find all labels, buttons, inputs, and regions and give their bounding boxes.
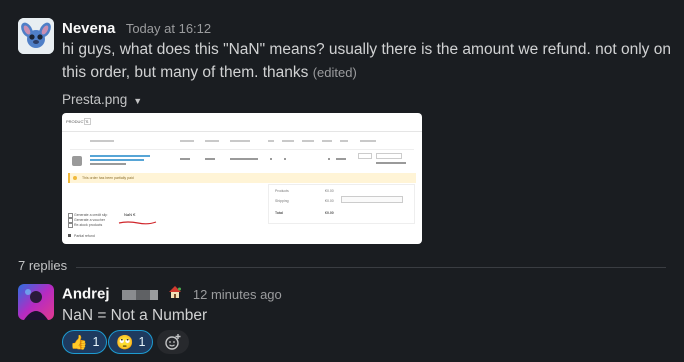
- avatar-nevena[interactable]: [18, 18, 54, 54]
- house-status-icon[interactable]: [168, 285, 182, 304]
- author-name[interactable]: Nevena: [62, 20, 115, 37]
- replies-count[interactable]: 7 replies: [18, 258, 74, 273]
- summary-label: Shipping: [275, 199, 289, 203]
- message-timestamp[interactable]: 12 minutes ago: [193, 287, 282, 302]
- summary-value: €0.00: [325, 211, 334, 215]
- preview-summary-panel: Products €0.00 Shipping €0.00 Total €0.0…: [268, 184, 415, 224]
- chevron-down-icon[interactable]: ▼: [133, 96, 142, 106]
- thumbs-up-icon: 👍: [70, 333, 88, 350]
- message-nevena: Nevena Today at 16:12 hi guys, what does…: [0, 0, 684, 250]
- attachment-image[interactable]: PRODUCTS This order has been partially p…: [62, 113, 422, 244]
- preview-tab-bar: PRODUCTS: [62, 113, 422, 132]
- preview-checkbox-label: Generate a credit slip: [74, 212, 108, 217]
- stitch-avatar-icon: [18, 18, 54, 54]
- edited-label: (edited): [312, 65, 357, 80]
- preview-action-label: Partial refund: [74, 233, 95, 238]
- andrej-avatar-icon: [18, 284, 54, 320]
- preview-options: Generate a credit slip NaN € Generate a …: [68, 212, 188, 243]
- avatar-andrej[interactable]: [18, 284, 54, 320]
- preview-nan-value: NaN €: [124, 212, 136, 217]
- add-reaction-button[interactable]: [157, 330, 189, 354]
- custom-emoji-icon: 🙄: [116, 333, 134, 350]
- thread-divider: 7 replies: [18, 258, 666, 278]
- message-text: hi guys, what does this "NaN" means? usu…: [62, 41, 671, 81]
- reaction-custom[interactable]: 🙄 1: [108, 330, 154, 354]
- reaction-count: 1: [92, 335, 100, 349]
- message-timestamp[interactable]: Today at 16:12: [126, 21, 211, 36]
- message2-header: Andrej 12 minutes ago: [62, 285, 282, 305]
- message-text: NaN = Not a Number: [62, 307, 208, 324]
- reaction-count: 1: [138, 335, 146, 349]
- preview-checkbox-label: Re-stock products: [74, 222, 103, 227]
- preview-alert-text: This order has been partially paid: [82, 175, 134, 180]
- attachment-header[interactable]: Presta.png ▼: [62, 92, 142, 107]
- author-name[interactable]: Andrej: [62, 286, 110, 303]
- preview-summary-row: Shipping €0.00: [275, 196, 405, 207]
- preview-checkbox-label: Generate a voucher: [74, 217, 105, 222]
- preview-warning-alert: This order has been partially paid: [68, 173, 416, 183]
- status-blur-1: [121, 289, 136, 300]
- summary-value: €0.00: [325, 189, 334, 193]
- summary-label: Total: [275, 211, 284, 215]
- preview-action-row: Partial refund: [68, 234, 128, 239]
- preview-header-row: [70, 138, 414, 146]
- status-blur-3: [149, 289, 158, 300]
- reaction-thumbs-up[interactable]: 👍 1: [62, 330, 108, 354]
- summary-value: €0.00: [325, 199, 334, 203]
- status-blur-2: [135, 289, 150, 300]
- preview-summary-row: Products €0.00: [275, 189, 405, 195]
- preview-summary-row: Total €0.00: [275, 211, 405, 217]
- divider-line: [76, 267, 666, 268]
- preview-alert-icon: [73, 176, 77, 180]
- attachment-filename[interactable]: Presta.png: [62, 92, 127, 107]
- summary-label: Products: [275, 189, 289, 193]
- message-body: hi guys, what does this "NaN" means? usu…: [62, 38, 672, 84]
- preview-checkbox-row: Re-stock products: [68, 223, 128, 228]
- preview-tab-count: [84, 118, 91, 125]
- add-reaction-icon: [165, 334, 181, 350]
